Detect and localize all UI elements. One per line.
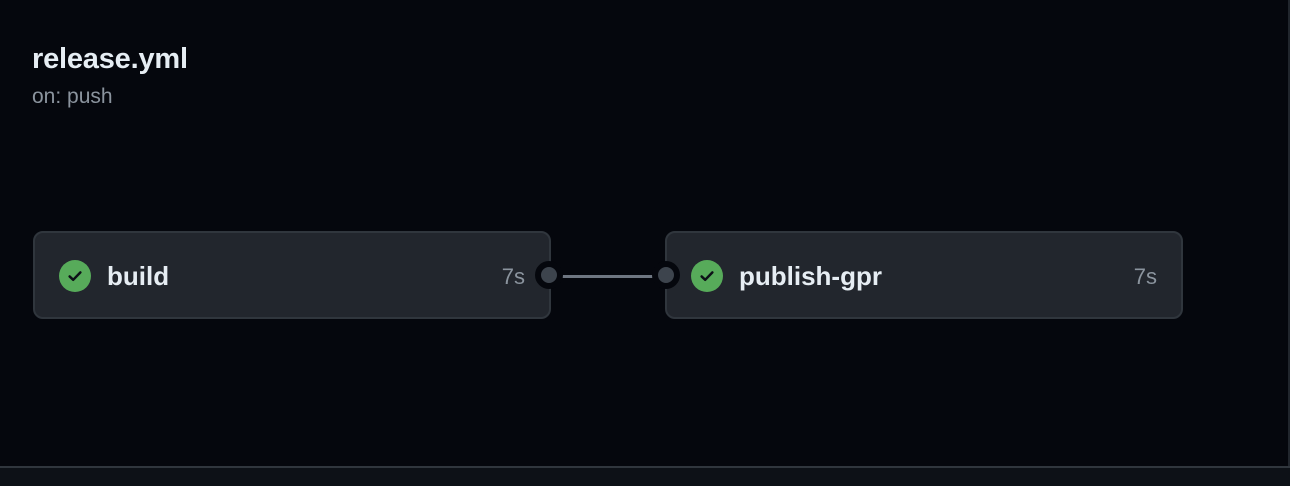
job-duration: 7s — [1133, 264, 1157, 289]
workflow-header: release.yml on: push — [32, 40, 188, 112]
job-dependency-connector — [560, 275, 656, 278]
job-name: publish-gpr — [739, 261, 882, 291]
job-name: build — [107, 261, 170, 291]
workflow-title: release.yml — [32, 43, 188, 75]
check-circle-icon — [691, 260, 723, 292]
workflow-graph-canvas: release.yml on: push build 7s publish-gp… — [0, 0, 1290, 486]
bottom-panel-edge — [0, 466, 1290, 486]
job-duration: 7s — [501, 264, 525, 289]
workflow-trigger: on: push — [32, 85, 113, 108]
job-input-port — [652, 261, 680, 289]
job-card-publish-gpr[interactable]: publish-gpr 7s — [665, 231, 1183, 319]
job-output-port — [535, 261, 563, 289]
check-circle-icon — [59, 260, 91, 292]
job-card-build[interactable]: build 7s — [33, 231, 551, 319]
